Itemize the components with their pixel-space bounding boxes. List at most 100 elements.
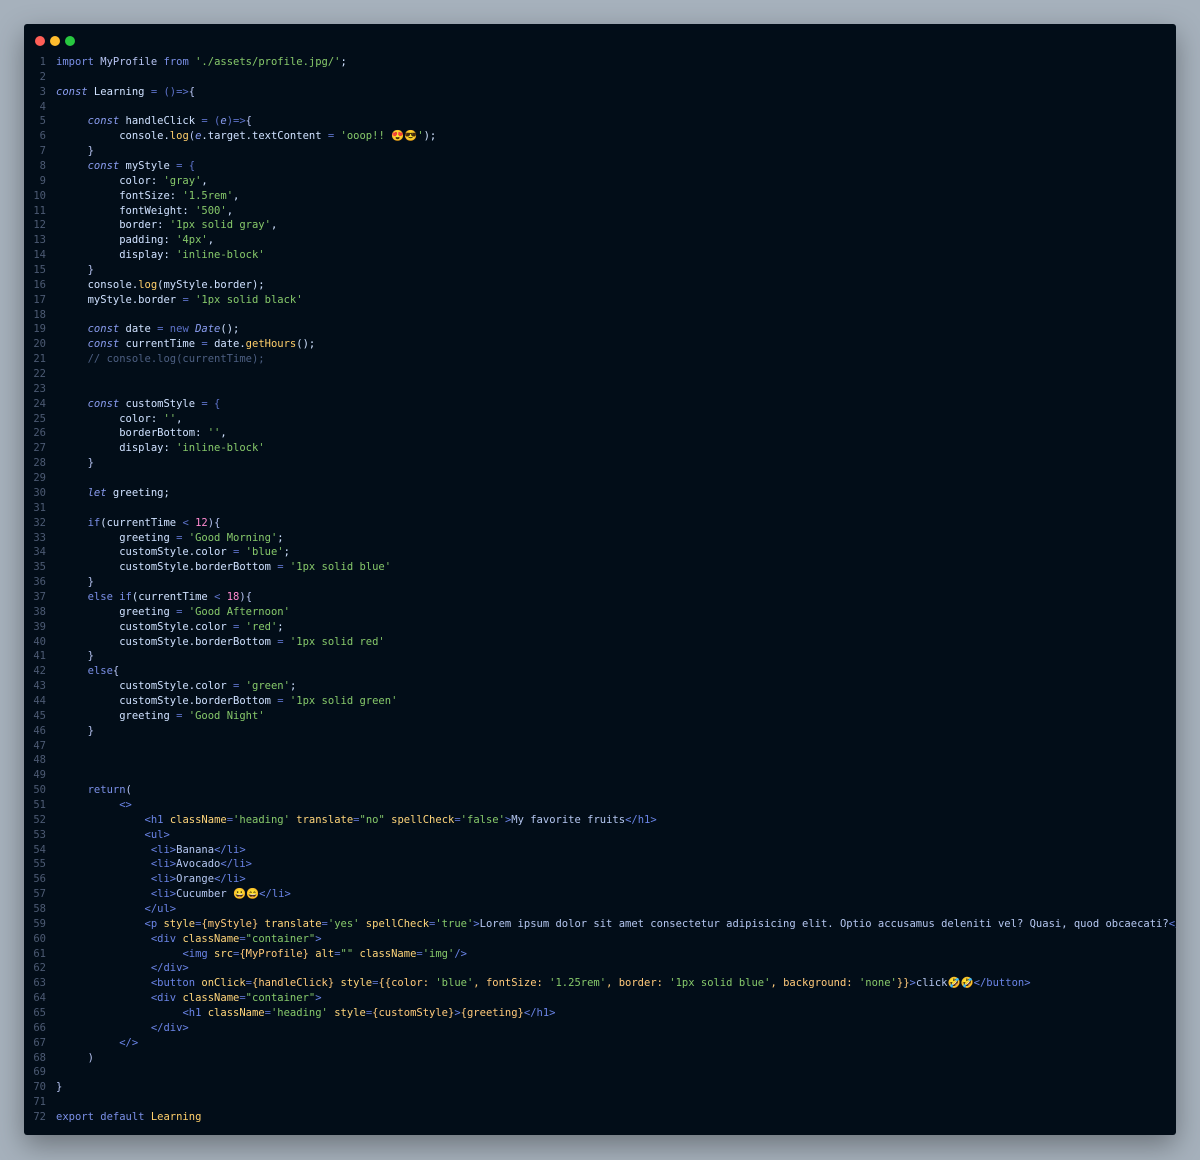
code-token: </li> <box>214 843 246 856</box>
code-text: greeting = 'Good Afternoon' <box>56 605 290 620</box>
code-line: 72 export default Learning <box>24 1110 1176 1125</box>
code-line: 45 greeting = 'Good Night' <box>24 709 1176 724</box>
code-token: {greeting} <box>460 1007 524 1019</box>
code-token: Learning <box>87 85 151 98</box>
code-line: 22 <box>24 367 1176 382</box>
code-token: greeting <box>56 605 177 618</box>
code-token: , border: <box>606 977 670 990</box>
code-token: src <box>214 947 234 960</box>
code-token: '1.25rem' <box>549 977 607 990</box>
code-editor[interactable]: 1 import MyProfile from './assets/profile… <box>24 55 1176 1125</box>
code-token: date <box>119 323 158 336</box>
code-token: {handleClick} <box>252 977 335 990</box>
code-token: { <box>188 85 196 98</box>
code-line: 11 fontWeight: '500', <box>24 204 1176 219</box>
code-token: = ()=> <box>150 85 189 98</box>
code-line: 8 const myStyle = { <box>24 159 1176 174</box>
line-number: 25 <box>33 412 46 425</box>
code-text: return( <box>56 783 132 798</box>
code-token: = <box>176 605 189 618</box>
code-token: 'inline-block' <box>176 249 265 262</box>
code-line: 49 <box>24 768 1176 783</box>
line-number: 3 <box>39 85 46 98</box>
code-token: ){ <box>207 516 221 529</box>
code-token: console. <box>56 130 170 143</box>
code-token: '1px solid blue' <box>289 561 392 574</box>
code-line: 40 customStyle.borderBottom = '1px solid… <box>24 635 1176 650</box>
line-number: 56 <box>33 873 46 886</box>
code-token: date. <box>214 338 246 351</box>
code-line: 63 <button onClick={handleClick} style={… <box>24 976 1176 991</box>
code-token: className <box>182 992 240 1005</box>
code-token: Cucumber 😀😄 <box>176 888 260 901</box>
code-token: './assets/profile.jpg/' <box>195 56 341 68</box>
code-line: 33 greeting = 'Good Morning'; <box>24 531 1176 546</box>
code-line: 4 <box>24 100 1176 115</box>
code-token: = <box>176 531 189 544</box>
close-window-button[interactable] <box>35 36 45 46</box>
line-number: 26 <box>33 427 46 440</box>
code-text: const customStyle = { <box>56 397 221 412</box>
line-number: 21 <box>33 353 46 366</box>
code-line: 42 else{ <box>24 664 1176 679</box>
line-number: 24 <box>33 397 46 410</box>
code-line: 54 <li>Banana</li> <box>24 843 1176 858</box>
code-token: </div> <box>150 962 189 975</box>
code-token: <div <box>150 992 183 1005</box>
code-token: // console.log(currentTime); <box>56 353 265 366</box>
code-token: } <box>87 264 94 277</box>
code-token: Lorem ipsum dolor sit amet consectetur a… <box>479 917 1169 930</box>
code-text: const Learning = ()=>{ <box>56 85 195 100</box>
code-token: , <box>226 204 234 217</box>
code-text: else{ <box>56 664 120 679</box>
code-line: 14 display: 'inline-block' <box>24 248 1176 263</box>
code-line: 51 <> <box>24 798 1176 813</box>
minimize-window-button[interactable] <box>50 36 60 46</box>
code-token: = new <box>157 323 196 336</box>
code-token: customStyle.color <box>56 680 234 693</box>
line-number: 71 <box>33 1096 46 1109</box>
code-text: <button onClick={handleClick} style={{co… <box>56 976 1031 991</box>
maximize-window-button[interactable] <box>65 36 75 46</box>
code-line: 35 customStyle.borderBottom = '1px solid… <box>24 560 1176 575</box>
code-text: </div> <box>56 1021 189 1036</box>
code-token: (); <box>220 323 240 336</box>
line-number: 68 <box>33 1051 46 1064</box>
code-line: 57 <li>Cucumber 😀😄</li> <box>24 887 1176 902</box>
code-token: className <box>182 932 240 945</box>
code-token: )=> <box>226 115 246 128</box>
line-number: 69 <box>33 1066 46 1079</box>
code-token: , <box>176 412 183 425</box>
code-token: '' <box>207 427 221 440</box>
code-token: }} <box>896 977 910 990</box>
code-text: padding: '4px', <box>56 233 214 248</box>
line-number: 7 <box>39 145 46 158</box>
code-line: 10 fontSize: '1.5rem', <box>24 189 1176 204</box>
code-text: </ul> <box>56 902 177 917</box>
code-token: greeting <box>56 531 177 544</box>
code-line: 20 const currentTime = date.getHours(); <box>24 337 1176 352</box>
code-token: </h1> <box>625 813 657 826</box>
code-token: padding: <box>56 234 177 247</box>
code-token: className <box>169 813 227 826</box>
code-token: return <box>87 784 126 797</box>
code-line: 30 let greeting; <box>24 486 1176 501</box>
line-number: 32 <box>33 516 46 529</box>
code-token: myStyle <box>119 160 177 173</box>
code-text: // console.log(currentTime); <box>56 352 265 367</box>
code-token: } <box>87 724 94 737</box>
line-number: 9 <box>39 174 46 187</box>
code-token: fontSize: <box>56 189 183 202</box>
code-token: = ( <box>201 115 221 128</box>
code-token: {myStyle} <box>201 917 259 930</box>
code-token: My favorite fruits <box>511 813 626 826</box>
code-token: "container" <box>245 932 316 945</box>
code-token: , <box>201 174 208 187</box>
